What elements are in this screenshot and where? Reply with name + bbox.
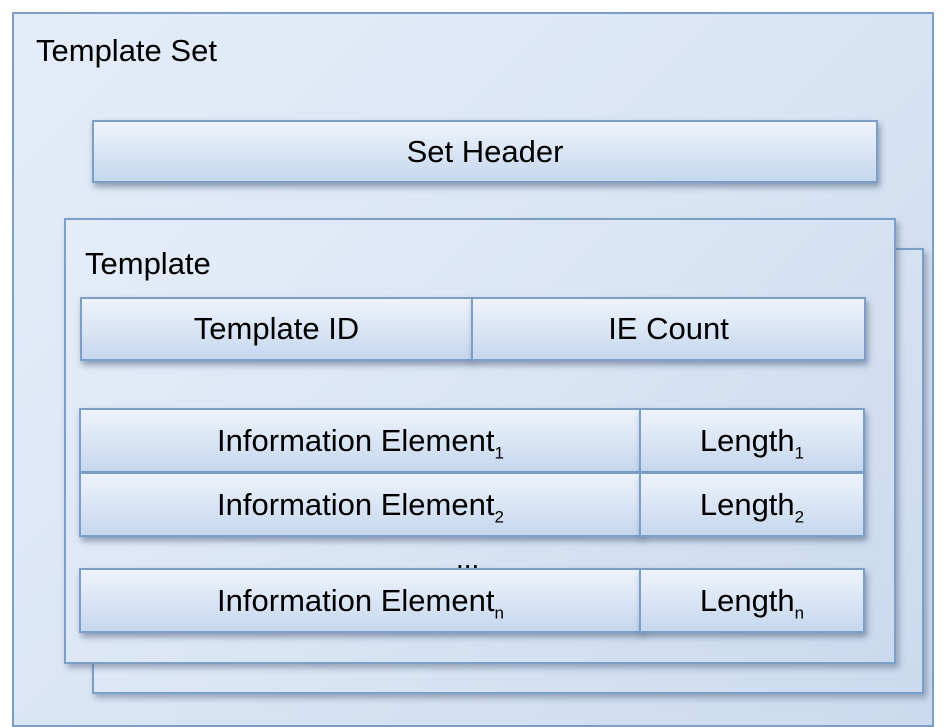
ie-count-field: IE Count	[471, 297, 866, 361]
set-header-label: Set Header	[406, 133, 564, 169]
template-set-title: Template Set	[36, 33, 217, 68]
length-label: Lengthn	[699, 582, 805, 623]
template-id-label: Template ID	[193, 311, 360, 346]
information-element-label: Information Element1	[217, 422, 504, 463]
length-field-2: Length2	[639, 472, 865, 537]
information-element-row-1: Information Element1	[79, 408, 642, 473]
information-element-row-2: Information Element2	[79, 472, 642, 537]
length-field-n: Lengthn	[639, 568, 865, 633]
length-label: Length1	[699, 422, 805, 463]
information-element-label: Information Element2	[217, 486, 504, 527]
template-id-field: Template ID	[80, 297, 473, 361]
length-label: Length2	[699, 486, 805, 527]
information-element-label: Information Elementn	[217, 582, 504, 623]
template-title: Template	[85, 246, 211, 281]
ie-count-label: IE Count	[608, 311, 729, 346]
information-element-row-n: Information Elementn	[79, 568, 642, 633]
set-header: Set Header	[92, 120, 878, 183]
length-field-1: Length1	[639, 408, 865, 473]
